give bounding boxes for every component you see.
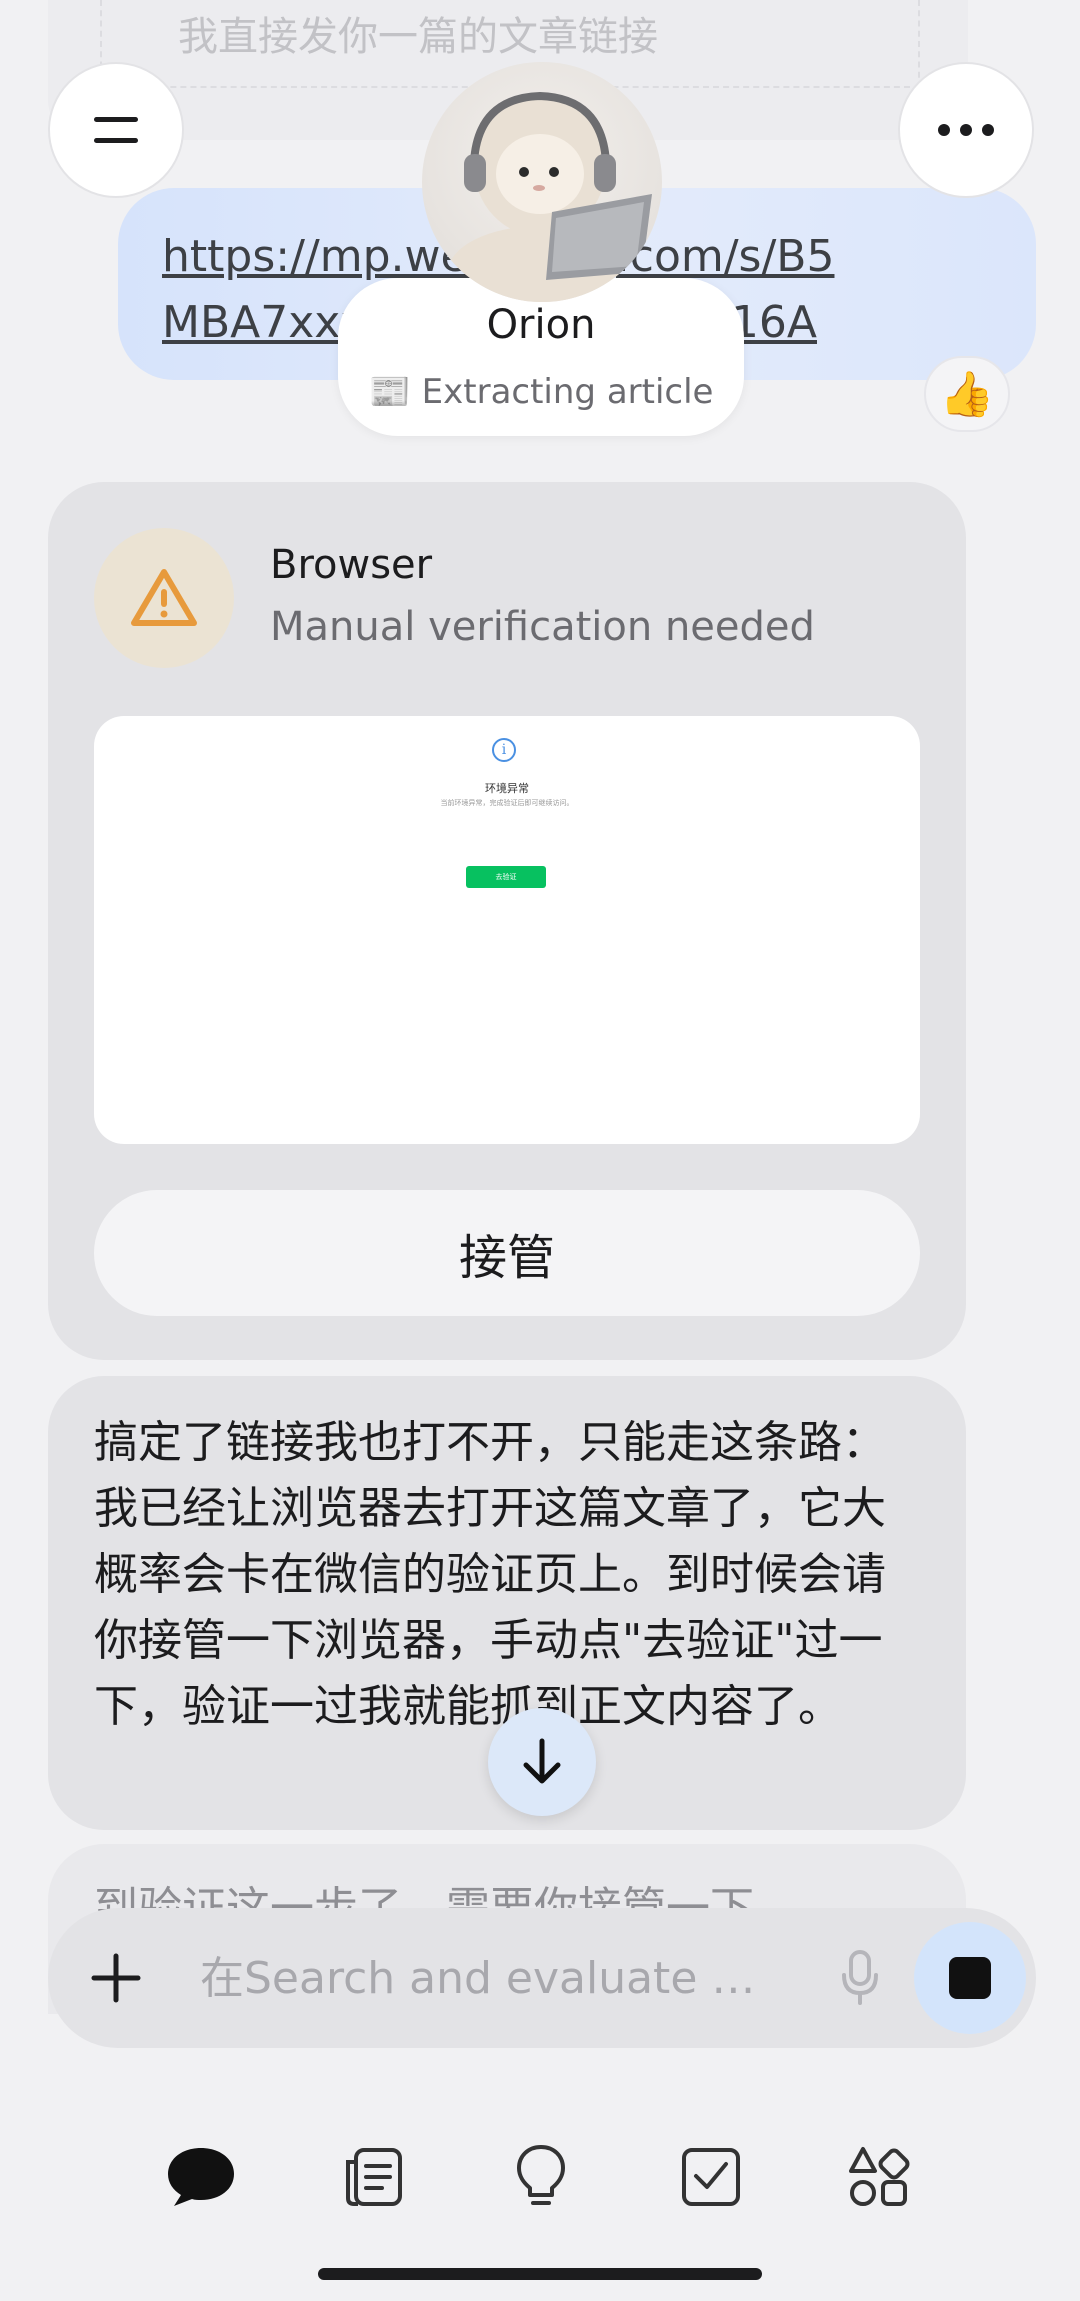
takeover-button[interactable]: 接管 [94, 1190, 920, 1316]
warning-badge [94, 528, 234, 668]
nav-apps[interactable] [834, 2132, 924, 2222]
arrow-down-icon [523, 1738, 561, 1784]
message-input[interactable] [200, 1942, 810, 2014]
previous-message-text: 我直接发你一篇的文章链接 [178, 14, 658, 60]
mic-icon [842, 1950, 878, 2005]
bottom-navigation [0, 2110, 1080, 2230]
plus-icon [91, 1953, 141, 2003]
chat-bubble-icon [168, 2148, 234, 2206]
thumbs-up-reaction[interactable]: 👍 [924, 356, 1010, 432]
preview-description: 当前环境异常，完成验证后即可继续访问。 [440, 799, 574, 807]
more-options-button[interactable] [898, 62, 1034, 198]
warning-icon [131, 569, 197, 626]
browser-preview[interactable]: i 环境异常 当前环境异常，完成验证后即可继续访问。 去验证 [94, 716, 920, 1144]
card-title: Browser [270, 542, 433, 588]
menu-button[interactable] [48, 62, 184, 198]
more-icon [938, 124, 994, 136]
menu-icon [94, 117, 138, 143]
info-icon: i [492, 738, 516, 762]
preview-verify-button: 去验证 [466, 866, 546, 888]
nav-chat[interactable] [156, 2132, 246, 2222]
nav-notes[interactable] [328, 2132, 418, 2222]
agent-avatar[interactable] [422, 62, 662, 302]
stop-icon [949, 1957, 991, 1999]
composer [48, 1908, 1036, 2048]
notes-icon [346, 2148, 402, 2206]
nav-tasks[interactable] [666, 2132, 756, 2222]
card-subtitle: Manual verification needed [270, 604, 815, 650]
browser-verification-card: Browser Manual verification needed i 环境异… [48, 482, 966, 1360]
avatar-illustration [448, 91, 652, 302]
checkbox-icon [682, 2148, 740, 2206]
stop-generating-button[interactable] [914, 1922, 1026, 2034]
lightbulb-icon [517, 2145, 565, 2205]
nav-ideas[interactable] [496, 2132, 586, 2222]
apps-icon [849, 2147, 910, 2206]
assistant-message-text: 搞定了链接我也打不开，只能走这条路：我已经让浏览器去打开这篇文章了，它大概率会卡… [94, 1417, 886, 1732]
agent-status: 📰 Extracting article [368, 372, 714, 412]
scroll-to-bottom-button[interactable] [488, 1708, 596, 1816]
voice-input-button[interactable] [818, 1936, 902, 2020]
preview-title: 环境异常 [485, 782, 529, 795]
agent-name: Orion [486, 302, 596, 348]
home-indicator [318, 2268, 762, 2280]
add-attachment-button[interactable] [78, 1940, 154, 2016]
